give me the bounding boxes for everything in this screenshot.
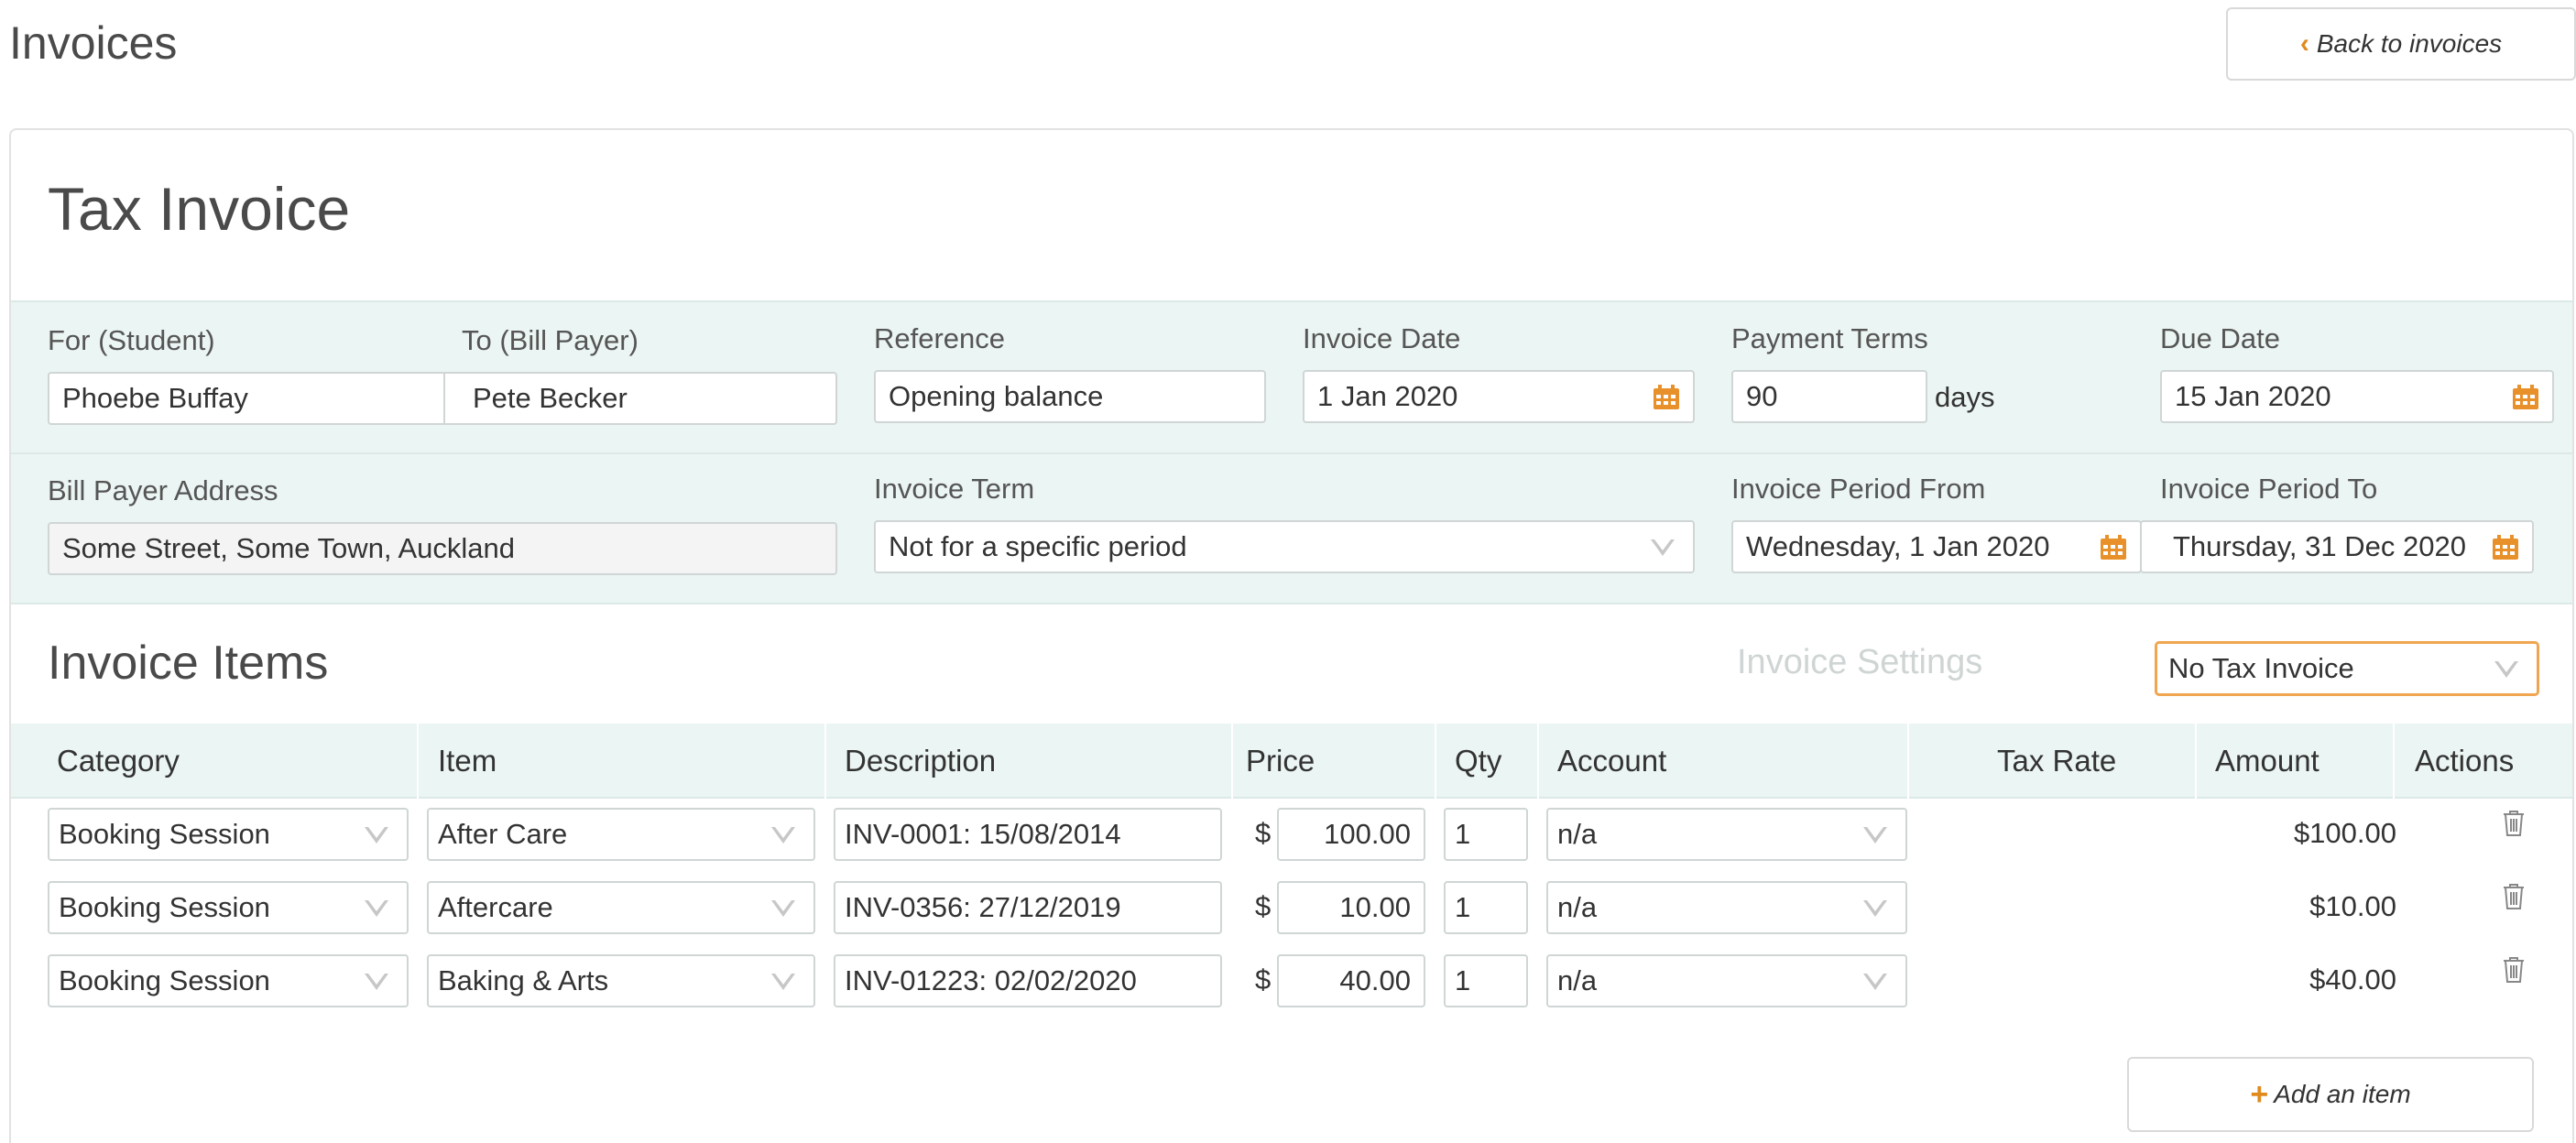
payment-terms-input[interactable]: 90	[1731, 370, 1927, 423]
column-header-account: Account	[1557, 744, 1667, 778]
row-price-input[interactable]: 10.00	[1277, 881, 1425, 934]
chevron-down-icon	[1651, 539, 1675, 556]
invoice-term-value: Not for a specific period	[889, 530, 1187, 562]
reference-input[interactable]: Opening balance	[874, 370, 1266, 423]
row-qty-input[interactable]: 1	[1444, 881, 1528, 934]
row-currency-symbol: $	[1255, 963, 1272, 996]
chevron-down-icon	[2494, 661, 2518, 678]
row-description-input[interactable]: INV-0356: 27/12/2019	[834, 881, 1222, 934]
bill-payer-address-label: Bill Payer Address	[48, 474, 278, 506]
row-item-value: Aftercare	[438, 891, 553, 923]
chevron-down-icon	[365, 974, 388, 990]
row-description-input[interactable]: INV-0001: 15/08/2014	[834, 808, 1222, 861]
column-header-tax-rate: Tax Rate	[1997, 744, 2117, 778]
row-category-select[interactable]: Booking Session	[48, 954, 409, 1007]
row-item-value: Baking & Arts	[438, 964, 609, 996]
add-item-button[interactable]: + Add an item	[2127, 1057, 2534, 1132]
calendar-icon[interactable]	[2100, 535, 2127, 561]
row-category-value: Booking Session	[59, 818, 270, 850]
due-date-input[interactable]: 15 Jan 2020	[2160, 370, 2554, 423]
period-to-input[interactable]: Thursday, 31 Dec 2020	[2140, 520, 2534, 573]
row-item-select[interactable]: Baking & Arts	[427, 954, 815, 1007]
row-category-value: Booking Session	[59, 891, 270, 923]
trash-icon[interactable]	[2502, 810, 2526, 837]
chevron-down-icon	[1863, 827, 1887, 844]
period-to-label: Invoice Period To	[2160, 473, 2378, 505]
row-account-value: n/a	[1557, 891, 1598, 923]
row-price-input[interactable]: 40.00	[1277, 954, 1425, 1007]
row-item-select[interactable]: After Care	[427, 808, 815, 861]
period-from-value: Wednesday, 1 Jan 2020	[1746, 530, 2050, 562]
row-item-select[interactable]: Aftercare	[427, 881, 815, 934]
column-header-price: Price	[1246, 744, 1315, 778]
chevron-down-icon	[1863, 974, 1887, 990]
trash-icon[interactable]	[2502, 883, 2526, 910]
row-currency-symbol: $	[1255, 817, 1272, 849]
for-student-input[interactable]: Phoebe Buffay	[48, 372, 445, 425]
calendar-icon[interactable]	[2512, 385, 2539, 410]
row-account-select[interactable]: n/a	[1546, 881, 1907, 934]
column-header-description: Description	[845, 744, 997, 778]
row-amount: $10.00	[2309, 890, 2396, 922]
reference-label: Reference	[874, 322, 1006, 354]
chevron-left-icon: ‹	[2299, 28, 2309, 59]
for-student-label: For (Student)	[48, 324, 215, 356]
row-item-value: After Care	[438, 818, 568, 850]
to-bill-payer-label: To (Bill Payer)	[462, 324, 639, 356]
column-header-actions: Actions	[2415, 744, 2515, 778]
column-header-category: Category	[57, 744, 180, 778]
invoice-term-label: Invoice Term	[874, 473, 1035, 505]
row-price-input[interactable]: 100.00	[1277, 808, 1425, 861]
trash-icon[interactable]	[2502, 956, 2526, 984]
chevron-down-icon	[365, 900, 388, 917]
row-currency-symbol: $	[1255, 890, 1272, 922]
row-description-input[interactable]: INV-01223: 02/02/2020	[834, 954, 1222, 1007]
calendar-icon[interactable]	[2492, 535, 2519, 561]
invoice-settings-link[interactable]: Invoice Settings	[1737, 643, 1982, 682]
period-from-input[interactable]: Wednesday, 1 Jan 2020	[1731, 520, 2142, 573]
chevron-down-icon	[771, 974, 795, 990]
invoice-date-label: Invoice Date	[1303, 322, 1461, 354]
back-to-invoices-button[interactable]: ‹ Back to invoices	[2226, 7, 2576, 81]
chevron-down-icon	[1863, 900, 1887, 917]
period-from-label: Invoice Period From	[1731, 473, 1986, 505]
tax-mode-select[interactable]: No Tax Invoice	[2155, 641, 2539, 696]
row-category-value: Booking Session	[59, 964, 270, 996]
back-to-invoices-label: Back to invoices	[2316, 29, 2503, 58]
column-header-qty: Qty	[1455, 744, 1502, 778]
plus-icon: +	[2250, 1076, 2269, 1112]
chevron-down-icon	[771, 900, 795, 917]
row-qty-input[interactable]: 1	[1444, 808, 1528, 861]
invoice-items-title: Invoice Items	[48, 637, 329, 690]
page-title: Invoices	[9, 17, 178, 69]
row-account-select[interactable]: n/a	[1546, 808, 1907, 861]
payment-terms-unit: days	[1935, 381, 1995, 413]
payment-terms-label: Payment Terms	[1731, 322, 1928, 354]
chevron-down-icon	[771, 827, 795, 844]
calendar-icon[interactable]	[1653, 385, 1680, 410]
add-item-label: Add an item	[2274, 1080, 2411, 1108]
invoice-title: Tax Invoice	[48, 175, 351, 243]
to-bill-payer-input[interactable]: Pete Becker	[443, 372, 837, 425]
row-account-select[interactable]: n/a	[1546, 954, 1907, 1007]
column-header-amount: Amount	[2215, 744, 2319, 778]
row-qty-input[interactable]: 1	[1444, 954, 1528, 1007]
invoice-date-value: 1 Jan 2020	[1317, 380, 1458, 412]
row-category-select[interactable]: Booking Session	[48, 808, 409, 861]
invoice-date-input[interactable]: 1 Jan 2020	[1303, 370, 1695, 423]
invoice-term-select[interactable]: Not for a specific period	[874, 520, 1695, 573]
tax-mode-value: No Tax Invoice	[2168, 652, 2354, 684]
items-table-header: Category Item Description Price Qty Acco…	[11, 724, 2572, 799]
period-to-value: Thursday, 31 Dec 2020	[2173, 530, 2466, 562]
due-date-label: Due Date	[2160, 322, 2280, 354]
row-amount: $100.00	[2293, 817, 2396, 849]
column-header-item: Item	[438, 744, 497, 778]
row-category-select[interactable]: Booking Session	[48, 881, 409, 934]
due-date-value: 15 Jan 2020	[2175, 380, 2331, 412]
row-account-value: n/a	[1557, 818, 1598, 850]
row-amount: $40.00	[2309, 963, 2396, 996]
row-account-value: n/a	[1557, 964, 1598, 996]
chevron-down-icon	[365, 827, 388, 844]
bill-payer-address-field: Some Street, Some Town, Auckland	[48, 522, 837, 575]
